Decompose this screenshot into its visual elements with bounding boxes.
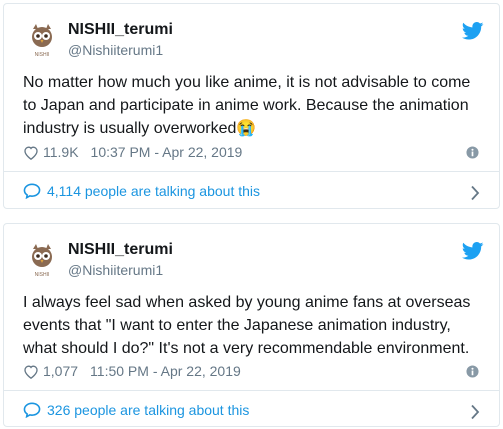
chevron-right-icon[interactable]: [470, 404, 480, 420]
avatar-label: NISHII: [35, 272, 50, 278]
speech-bubble-icon: [23, 183, 41, 199]
speech-bubble-icon: [23, 402, 41, 418]
timestamp[interactable]: 11:50 PM - Apr 22, 2019: [90, 363, 241, 379]
conversation-link[interactable]: 4,114 people are talking about this: [23, 183, 260, 199]
heart-icon[interactable]: [23, 364, 39, 379]
heart-icon[interactable]: [23, 145, 39, 160]
tweet-text: I always feel sad when asked by young an…: [23, 294, 471, 357]
avatar-label: NISHII: [35, 52, 50, 58]
chevron-right-icon[interactable]: [470, 185, 480, 201]
twitter-bird-icon[interactable]: [462, 22, 484, 40]
talking-count-label[interactable]: 326 people are talking about this: [47, 402, 249, 418]
tweet-meta: 11.9K 10:37 PM - Apr 22, 2019: [23, 144, 242, 160]
tweet-header: NISHII NISHII_terumi @Nishiiterumi1: [4, 224, 499, 286]
display-name[interactable]: NISHII_terumi: [68, 241, 173, 259]
like-count[interactable]: 1,077: [43, 363, 78, 379]
timestamp[interactable]: 10:37 PM - Apr 22, 2019: [91, 144, 243, 160]
user-handle[interactable]: @Nishiiterumi1: [68, 262, 163, 278]
owl-avatar-icon[interactable]: NISHII: [24, 243, 60, 279]
display-name[interactable]: NISHII_terumi: [68, 21, 173, 39]
owl-avatar-icon[interactable]: NISHII: [24, 23, 60, 59]
info-icon[interactable]: [466, 146, 479, 159]
divider: [4, 171, 499, 172]
conversation-link[interactable]: 326 people are talking about this: [23, 402, 249, 418]
tweet-text: No matter how much you like anime, it is…: [23, 74, 471, 137]
twitter-bird-icon[interactable]: [462, 242, 484, 260]
info-icon[interactable]: [466, 365, 479, 378]
tweet-card[interactable]: NISHII NISHII_terumi @Nishiiterumi1 No m…: [3, 3, 500, 209]
tweet-card[interactable]: NISHII NISHII_terumi @Nishiiterumi1 I al…: [3, 223, 500, 427]
tweet-header: NISHII NISHII_terumi @Nishiiterumi1: [4, 4, 499, 66]
tweet-meta: 1,077 11:50 PM - Apr 22, 2019: [23, 363, 241, 379]
talking-count-label[interactable]: 4,114 people are talking about this: [47, 183, 260, 199]
divider: [4, 390, 499, 391]
user-handle[interactable]: @Nishiiterumi1: [68, 42, 163, 58]
like-count[interactable]: 11.9K: [43, 144, 79, 160]
